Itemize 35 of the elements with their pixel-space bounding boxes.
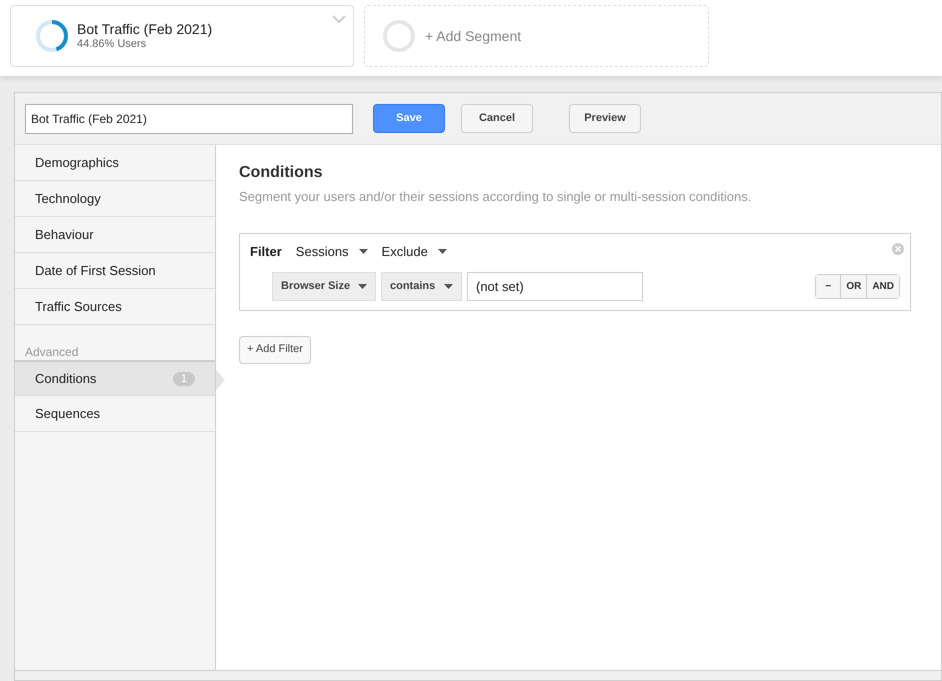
circle-icon [381, 18, 417, 54]
dimension-dropdown[interactable]: Browser Size [272, 272, 376, 301]
conditions-title: Conditions [239, 163, 323, 183]
value-field[interactable]: (not set) [467, 272, 643, 301]
operator-dropdown[interactable]: contains [381, 272, 462, 301]
caret-icon [358, 248, 368, 254]
sidebar-item[interactable]: Behaviour [15, 217, 215, 253]
conditions-description: Segment your users and/or their sessions according to single or multi-session conditions. [239, 188, 752, 206]
scope-dropdown[interactable]: Sessions [296, 242, 368, 261]
segment-name-field[interactable]: Bot Traffic (Feb 2021) [25, 104, 353, 134]
logic-button[interactable]: OR [840, 275, 866, 298]
caret-icon [438, 248, 447, 254]
advanced-heading: Advanced [24, 345, 80, 360]
caret-icon [358, 284, 367, 289]
action-button[interactable]: Cancel [461, 104, 533, 133]
segment-subtitle: 44.86% Users [77, 38, 148, 51]
sidebar-item[interactable]: Date of First Session [15, 253, 215, 289]
action-button[interactable]: Preview [569, 104, 641, 133]
mode-dropdown[interactable]: Exclude [382, 242, 447, 261]
sidebar-item[interactable]: Technology [15, 181, 215, 217]
segment-card[interactable]: Bot Traffic (Feb 2021) 44.86% Users [10, 5, 354, 67]
donut-icon [34, 18, 70, 54]
caret-icon [444, 284, 453, 289]
add-filter-button[interactable]: + Add Filter [239, 336, 311, 364]
logic-button[interactable]: AND [866, 275, 899, 298]
sidebar-item[interactable]: Traffic Sources [15, 289, 215, 325]
pointer-icon [216, 370, 225, 390]
filter-label: Filter [250, 242, 282, 260]
sidebar-item[interactable]: Sequences [15, 396, 215, 432]
chevron-down-icon[interactable] [332, 15, 346, 23]
close-icon[interactable] [892, 242, 904, 254]
logic-button[interactable]: − [816, 275, 840, 298]
segment-title: Bot Traffic (Feb 2021) [77, 21, 212, 38]
sidebar-item[interactable]: Demographics [15, 145, 215, 181]
add-segment-card[interactable]: + Add Segment [364, 5, 709, 67]
